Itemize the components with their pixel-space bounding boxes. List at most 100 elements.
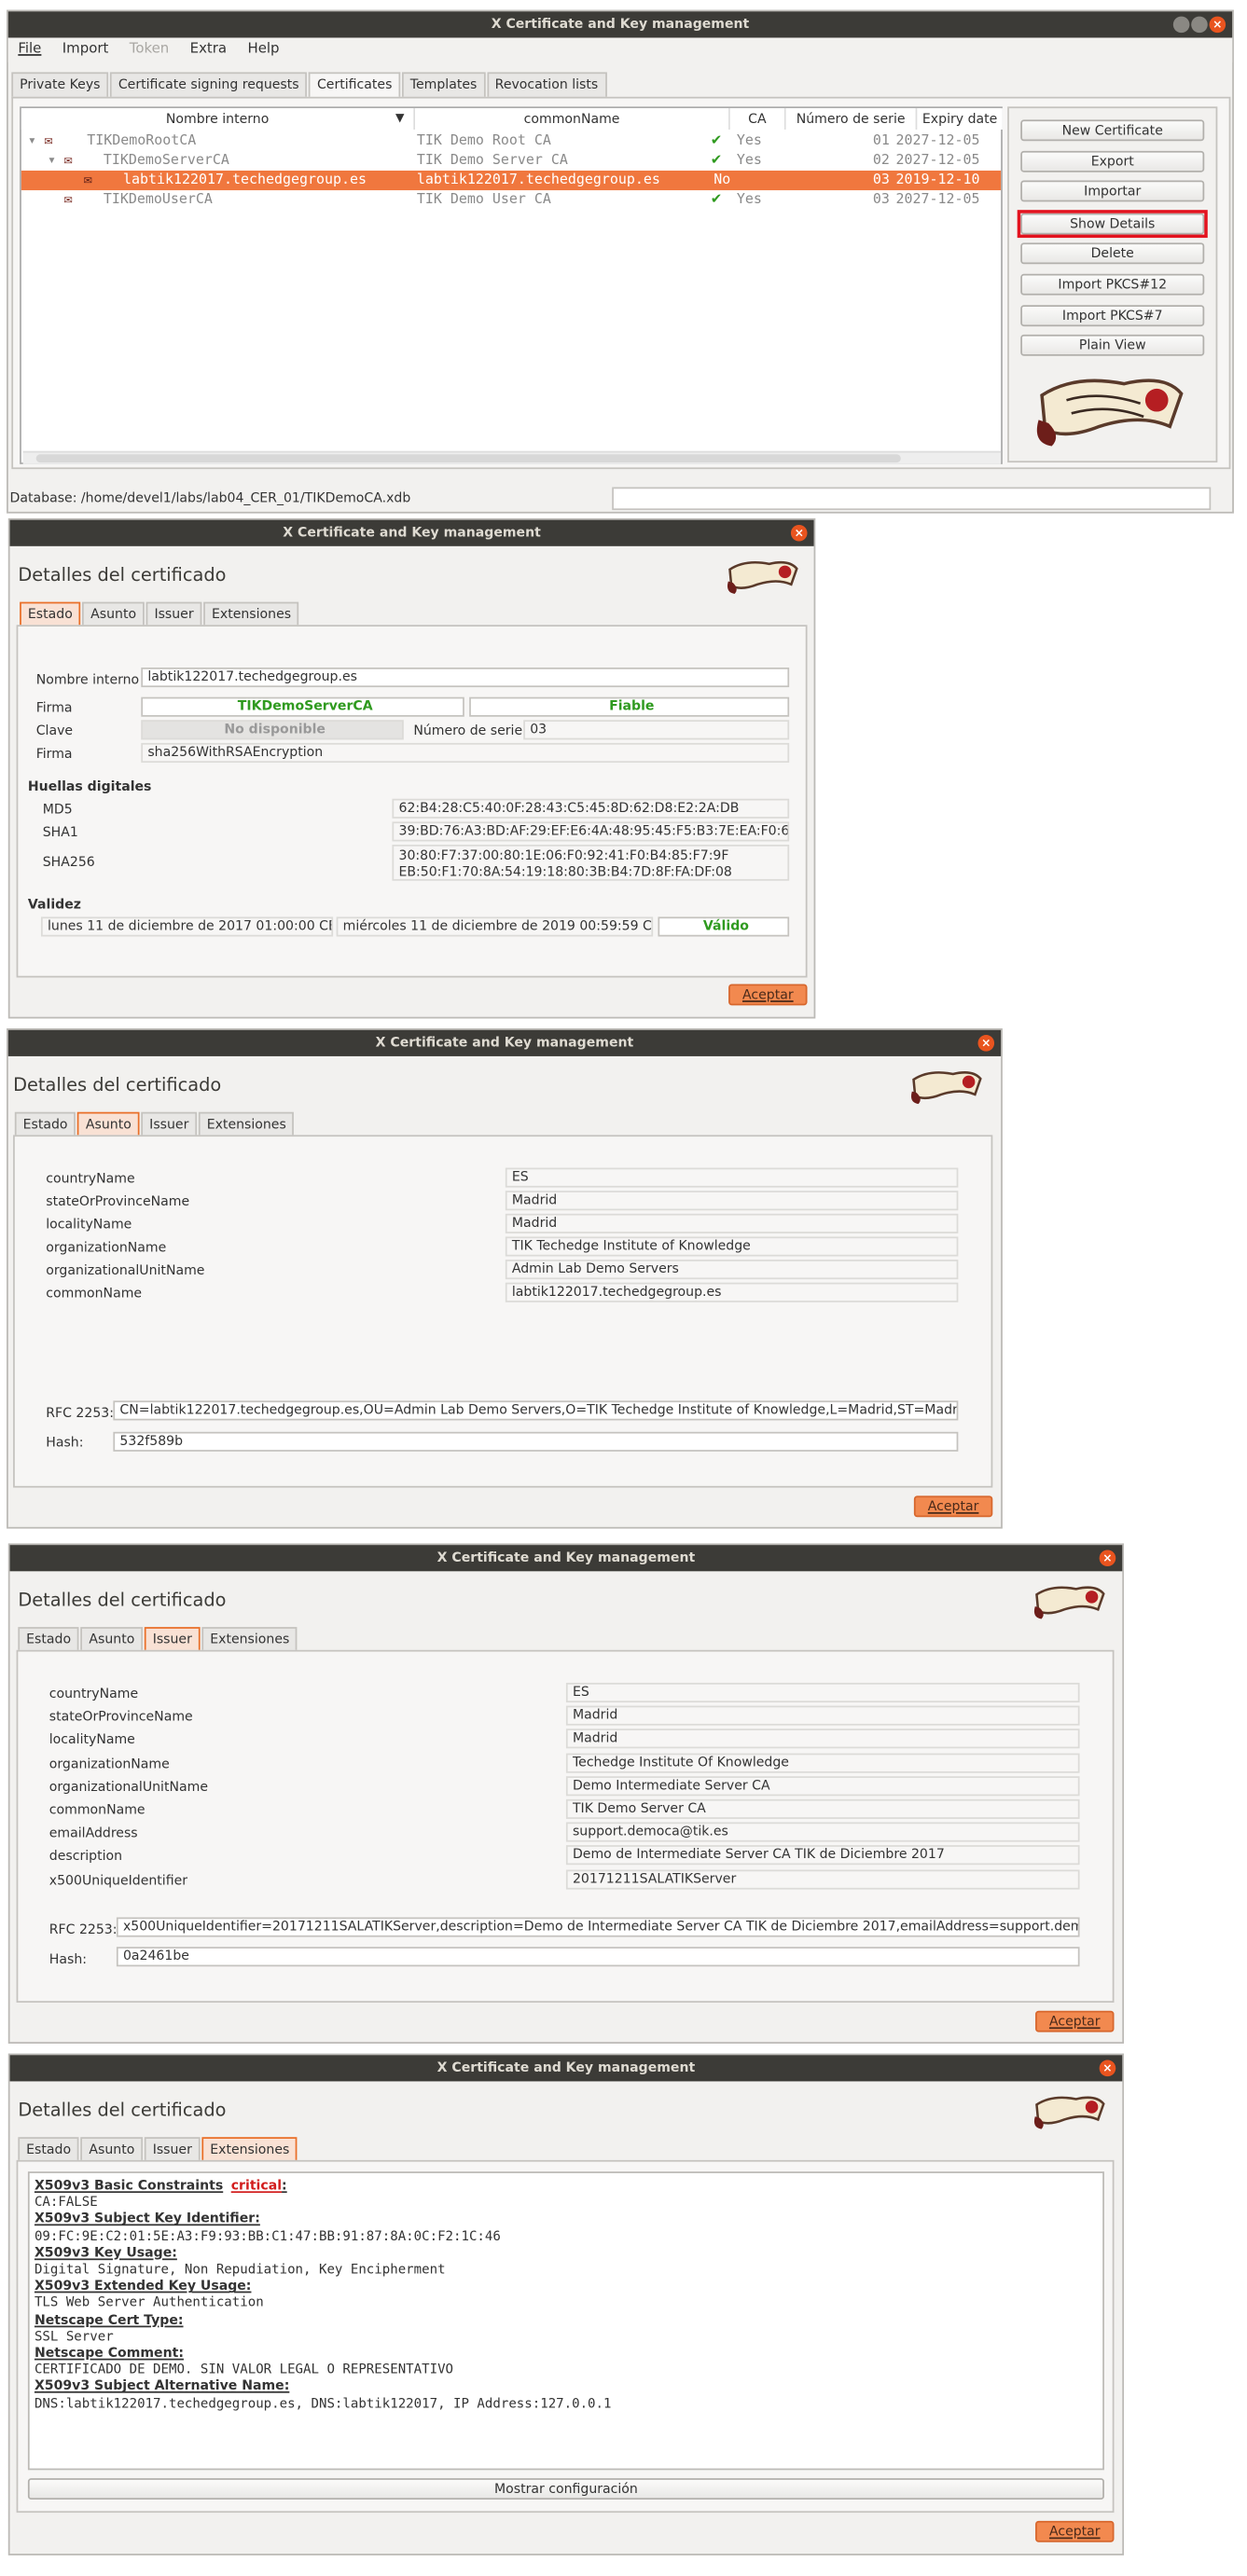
import-button[interactable]: Importar	[1020, 180, 1205, 202]
import-pkcs12-button[interactable]: Import PKCS#12	[1020, 273, 1205, 296]
col-serial[interactable]: Número de serie	[785, 108, 918, 130]
ext-ns-comment-key: Netscape Comment:	[34, 2345, 184, 2361]
export-button[interactable]: Export	[1020, 150, 1205, 172]
dialog-title-bar: X Certificate and Key management ×	[9, 519, 814, 546]
hash-field[interactable]: 532f589b	[113, 1431, 959, 1452]
ext-ns-cert-type-value: SSL Server	[34, 2328, 114, 2344]
xca-scroll-logo-icon	[727, 560, 798, 594]
signature-label: Firma	[35, 700, 73, 716]
row-ca: Yes	[736, 191, 762, 209]
menu-help[interactable]: Help	[247, 41, 279, 58]
issuer-value: Madrid	[565, 1705, 1080, 1726]
minimize-button[interactable]	[1172, 16, 1190, 34]
issuer-key: localityName	[48, 1731, 135, 1747]
accept-button[interactable]: Aceptar	[913, 1495, 993, 1518]
ext-key-usage-key: X509v3 Key Usage:	[34, 2245, 177, 2260]
tab-templates[interactable]: Templates	[401, 72, 486, 99]
trust-field: Fiable	[469, 696, 790, 717]
not-after-field: miércoles 11 de diciembre de 2019 00:59:…	[336, 916, 654, 937]
subject-key: organizationalUnitName	[46, 1262, 205, 1278]
subject-key: countryName	[46, 1171, 135, 1186]
rfc2253-label: RFC 2253:	[48, 1922, 118, 1937]
accept-button[interactable]: Aceptar	[1035, 2010, 1115, 2032]
subject-value: Admin Lab Demo Servers	[505, 1260, 959, 1280]
maximize-button[interactable]	[1191, 16, 1208, 34]
tab-revocation-lists[interactable]: Revocation lists	[486, 72, 607, 99]
delete-button[interactable]: Delete	[1020, 242, 1205, 265]
expand-icon[interactable]: ▾	[48, 151, 56, 171]
ext-critical-flag: critical	[230, 2178, 283, 2194]
table-row[interactable]: ✉ TIKDemoUserCA TIK Demo User CA ✔ Yes 0…	[21, 190, 1001, 210]
main-title-bar: X Certificate and Key management ×	[7, 11, 1233, 38]
close-button[interactable]: ×	[790, 524, 808, 542]
new-certificate-button[interactable]: New Certificate	[1020, 119, 1205, 142]
col-internal-name[interactable]: Nombre interno	[21, 108, 416, 130]
internal-name-field[interactable]: labtik122017.techedgegroup.es	[141, 667, 790, 688]
menu-extra[interactable]: Extra	[190, 41, 227, 58]
row-cn: TIK Demo User CA	[416, 191, 551, 209]
tab-certificates[interactable]: Certificates	[309, 72, 401, 99]
table-row-selected[interactable]: ✉ labtik122017.techedgegroup.es labtik12…	[21, 170, 1002, 191]
algorithm-label: Firma	[35, 746, 73, 762]
menu-import[interactable]: Import	[62, 41, 109, 58]
table-row[interactable]: ▾ ✉ TIKDemoServerCA TIK Demo Server CA ✔…	[21, 151, 1001, 171]
subject-value: Madrid	[505, 1213, 959, 1233]
rfc2253-field[interactable]: x500UniqueIdentifier=20171211SALATIKServ…	[116, 1917, 1080, 1937]
row-name: TIKDemoServerCA	[103, 152, 229, 170]
certificate-icon: ✉	[83, 172, 92, 189]
table-row[interactable]: ▾ ✉ TIKDemoRootCA TIK Demo Root CA ✔ Yes…	[21, 131, 1001, 151]
subject-key: stateOrProvinceName	[46, 1193, 190, 1209]
row-serial: 03	[872, 191, 890, 209]
show-config-button[interactable]: Mostrar configuración	[27, 2478, 1104, 2500]
close-button[interactable]: ×	[1099, 2059, 1116, 2077]
expand-icon[interactable]: ▾	[28, 131, 36, 151]
col-expiry[interactable]: Expiry date	[917, 108, 1003, 130]
scrollbar-thumb[interactable]	[35, 454, 901, 463]
status-field	[612, 487, 1212, 511]
close-button[interactable]: ×	[977, 1035, 995, 1052]
issuer-key: stateOrProvinceName	[48, 1709, 193, 1724]
dialog-title: X Certificate and Key management	[375, 1035, 634, 1050]
issuer-value: Techedge Institute Of Knowledge	[565, 1753, 1080, 1773]
tab-private-keys[interactable]: Private Keys	[11, 72, 109, 99]
col-ca[interactable]: CA	[729, 108, 786, 130]
ext-eku-value: TLS Web Server Authentication	[34, 2294, 264, 2310]
dialog-heading: Detalles del certificado	[18, 2099, 227, 2121]
screenshot-stage: X Certificate and Key management × File …	[0, 0, 1247, 2564]
accept-button[interactable]: Aceptar	[1035, 2520, 1115, 2542]
md5-label: MD5	[42, 802, 73, 818]
accept-button[interactable]: Aceptar	[728, 984, 808, 1006]
ext-ski-key: X509v3 Subject Key Identifier:	[34, 2211, 260, 2226]
issuer-key: organizationalUnitName	[48, 1779, 209, 1795]
certificate-tree[interactable]: Nombre interno ▼ commonName CA Número de…	[20, 106, 1003, 464]
dialog-heading: Detalles del certificado	[13, 1074, 222, 1096]
database-path: Database: /home/devel1/labs/lab04_CER_01…	[9, 490, 411, 505]
row-serial: 01	[872, 132, 890, 150]
horizontal-scrollbar[interactable]	[22, 450, 1002, 464]
sort-indicator-icon: ▼	[395, 111, 405, 125]
row-ca: Yes	[736, 152, 762, 170]
algorithm-field: sha256WithRSAEncryption	[141, 742, 790, 764]
rfc2253-field[interactable]: CN=labtik122017.techedgegroup.es,OU=Admi…	[113, 1400, 959, 1421]
row-name: labtik122017.techedgegroup.es	[122, 172, 367, 189]
internal-name-label: Nombre interno	[35, 672, 140, 688]
issuer-key: commonName	[48, 1802, 145, 1818]
ext-ns-cert-type-key: Netscape Cert Type:	[34, 2311, 184, 2327]
tab-csr[interactable]: Certificate signing requests	[110, 72, 308, 99]
close-button[interactable]: ×	[1209, 16, 1226, 34]
plain-view-button[interactable]: Plain View	[1020, 334, 1205, 356]
row-serial: 03	[872, 172, 890, 189]
menu-file[interactable]: File	[18, 41, 41, 58]
hash-field[interactable]: 0a2461be	[116, 1947, 1080, 1967]
subject-key: localityName	[46, 1217, 132, 1233]
row-serial: 02	[872, 152, 890, 170]
dialog-heading: Detalles del certificado	[18, 564, 227, 586]
col-common-name[interactable]: commonName	[415, 108, 730, 130]
close-button[interactable]: ×	[1099, 1550, 1116, 1567]
dialog-title: X Certificate and Key management	[436, 1550, 696, 1565]
issuer-value: Demo de Intermediate Server CA TIK de Di…	[565, 1845, 1080, 1866]
import-pkcs7-button[interactable]: Import PKCS#7	[1020, 305, 1205, 327]
ext-san-key: X509v3 Subject Alternative Name:	[34, 2378, 290, 2394]
extensions-text[interactable]: X509v3 Basic Constraints critical: CA:FA…	[27, 2171, 1104, 2471]
rfc2253-label: RFC 2253:	[46, 1405, 114, 1421]
